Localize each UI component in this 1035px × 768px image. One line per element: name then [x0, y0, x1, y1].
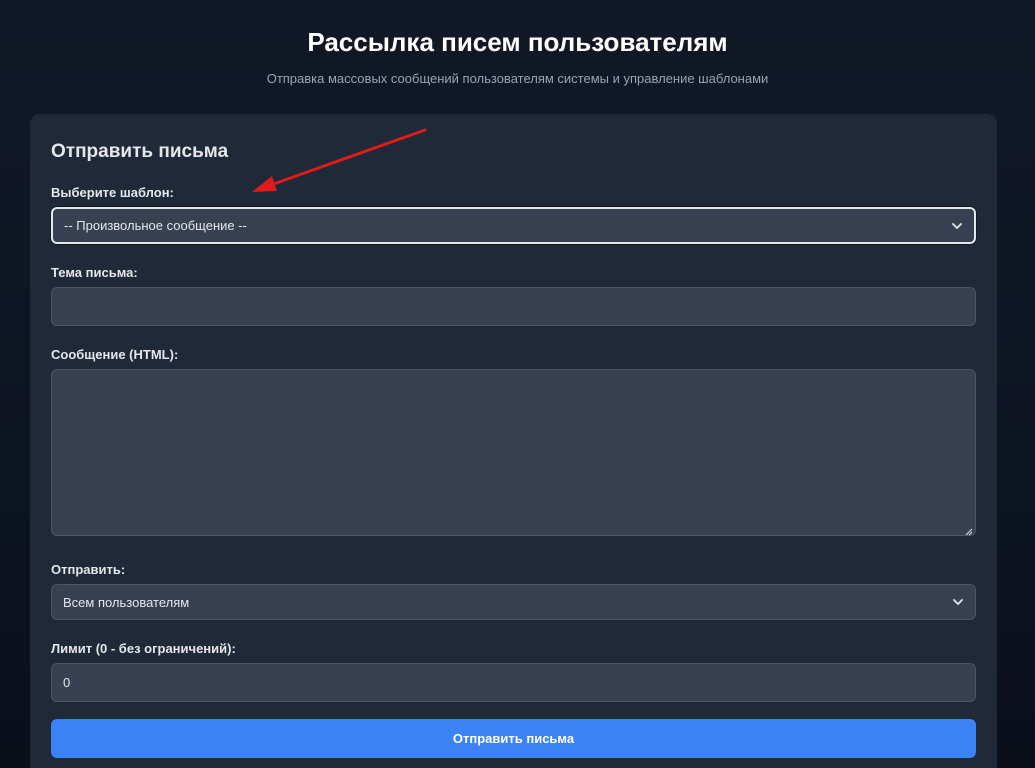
resize-grip-icon[interactable]: [964, 524, 973, 536]
limit-input[interactable]: 0: [51, 663, 976, 702]
send-emails-card: Отправить письма Выберите шаблон: -- Про…: [30, 114, 997, 768]
recipients-select-value: Всем пользователям: [63, 594, 190, 610]
subject-label: Тема письма:: [51, 265, 138, 280]
message-textarea[interactable]: [51, 369, 976, 536]
send-emails-button[interactable]: Отправить письма: [51, 719, 976, 758]
message-label: Сообщение (HTML):: [51, 347, 179, 362]
limit-label: Лимит (0 - без ограничений):: [51, 641, 236, 656]
template-select[interactable]: -- Произвольное сообщение --: [51, 207, 976, 244]
chevron-down-icon: [952, 596, 964, 608]
template-label: Выберите шаблон:: [51, 185, 174, 200]
limit-input-value: 0: [63, 675, 71, 690]
page-title: Рассылка писем пользователям: [307, 27, 728, 57]
subject-input[interactable]: [51, 287, 976, 326]
chevron-down-icon: [951, 220, 963, 232]
template-select-value: -- Произвольное сообщение --: [64, 218, 247, 233]
form-title: Отправить письма: [51, 141, 229, 162]
recipients-label: Отправить:: [51, 562, 126, 577]
page-subtitle: Отправка массовых сообщений пользователя…: [266, 71, 769, 86]
recipients-select[interactable]: Всем пользователям: [51, 584, 976, 620]
